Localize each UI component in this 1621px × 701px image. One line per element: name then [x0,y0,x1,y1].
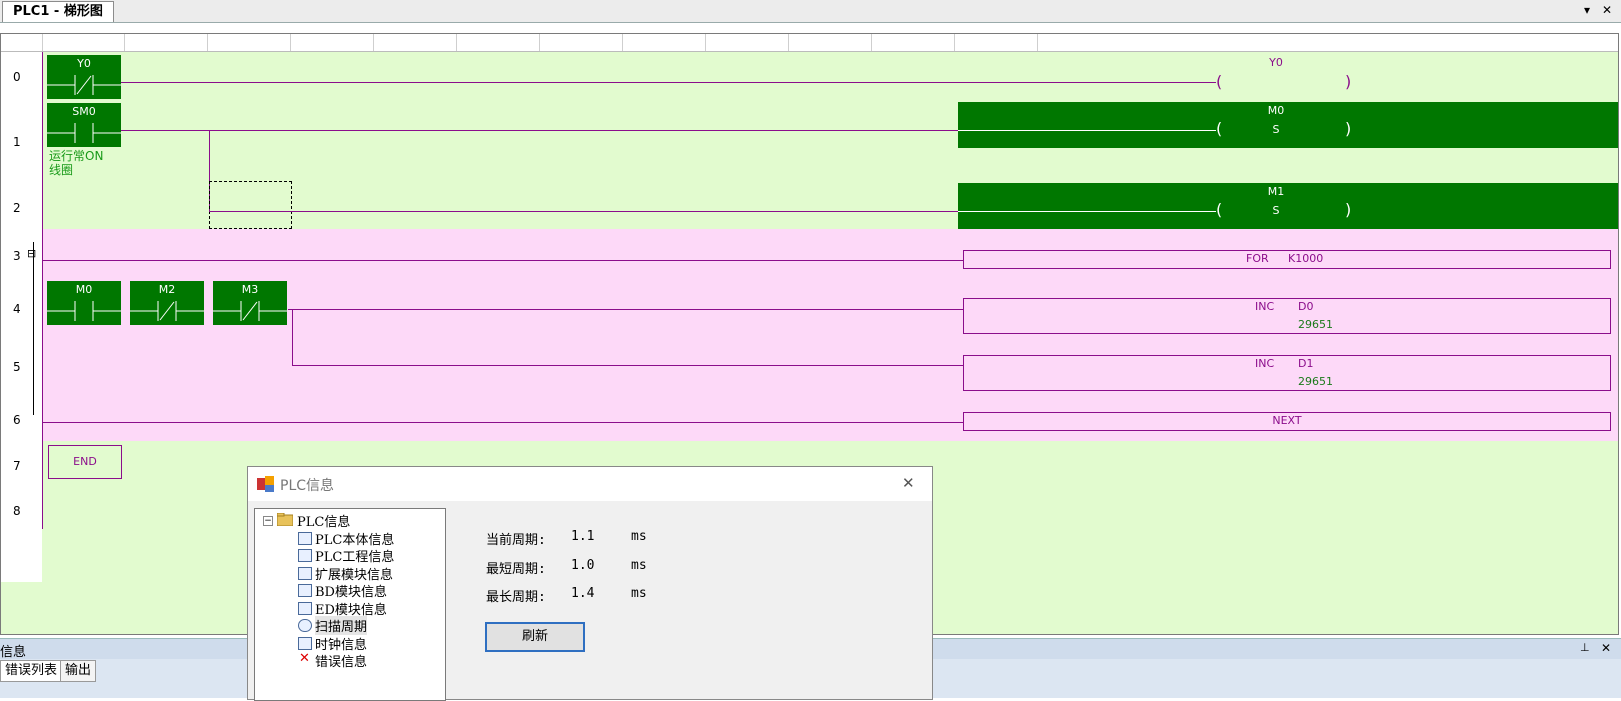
column-ruler [1,34,1618,52]
dialog-title-bar[interactable]: PLC信息 ✕ [248,467,932,501]
contact-y0-normally-closed[interactable]: Y0 [47,55,121,99]
row-number: 3 [13,249,21,263]
rung-4-wire [288,309,963,310]
row-number: 1 [13,135,21,149]
rung-0-wire [121,82,1216,83]
bd-module-icon [298,584,312,597]
refresh-button[interactable]: 刷新 [485,622,585,652]
row-number: 7 [13,459,21,473]
clock-icon [298,637,312,650]
for-instruction[interactable]: FOR K1000 [963,250,1611,269]
row-number: 8 [13,504,21,518]
contact-m2-normally-closed[interactable]: M2 [130,281,204,325]
max-cycle-label: 最长周期: [486,590,546,605]
tree-item-bd-module[interactable]: BD模块信息 [315,581,387,600]
ladder-document-tab[interactable]: PLC1 - 梯形图 [2,1,114,22]
coil-y0-left-paren: ( [1216,72,1223,91]
coil-m1-set[interactable]: M1 S ( ) [958,183,1618,229]
device-info-icon [298,532,312,545]
tab-output[interactable]: 输出 [60,660,97,682]
max-cycle-value: 1.4 [571,586,595,601]
next-instruction[interactable]: NEXT [963,412,1611,431]
close-panel-icon[interactable]: ✕ [1601,641,1611,655]
plc-app-icon [257,476,274,492]
current-cycle-value: 1.1 [571,529,595,544]
project-info-icon [298,549,312,562]
left-power-rail [42,52,43,529]
tree-item-errors[interactable]: 错误信息 [315,651,367,670]
scan-cycle-icon [298,619,312,632]
tree-collapse-icon[interactable]: − [263,516,273,526]
tree-item-scan-cycle[interactable]: 扫描周期 [315,616,368,635]
sm0-comment: 运行常ON 线圈 [49,149,104,177]
row-number-gutter: 0 1 2 3 4 5 6 7 8 ⊟ [1,52,42,582]
current-cycle-unit: ms [631,529,647,544]
rung-4-branch [292,309,293,366]
fold-bracket [33,242,34,415]
close-document-icon[interactable]: ✕ [1602,3,1612,17]
max-cycle-unit: ms [631,586,647,601]
min-cycle-label: 最短周期: [486,562,546,577]
fold-toggle-icon[interactable]: ⊟ [27,247,36,260]
inc-d0-instruction[interactable]: INC D0 29651 [963,298,1611,334]
contact-m3-normally-closed[interactable]: M3 [213,281,287,325]
coil-y0-label: Y0 [1269,56,1283,69]
rung-5-wire [292,365,963,366]
rung-1-wire [121,130,959,131]
row-number: 4 [13,302,21,316]
folder-icon [277,513,293,526]
cursor-cell [209,181,292,229]
expansion-module-icon [298,567,312,580]
plc-info-dialog: PLC信息 ✕ − PLC信息 PLC本体信息 PLC工程信息 扩展模块信息 B… [247,466,933,701]
min-cycle-unit: ms [631,558,647,573]
coil-m0-set[interactable]: M0 S ( ) [958,102,1618,148]
tab-list-dropdown-icon[interactable]: ▾ [1584,3,1590,17]
row-number: 5 [13,360,21,374]
info-tree[interactable]: − PLC信息 PLC本体信息 PLC工程信息 扩展模块信息 BD模块信息 ED… [254,508,446,701]
document-tab-bar: PLC1 - 梯形图 ▾ ✕ [0,0,1621,23]
row-number: 2 [13,201,21,215]
error-x-icon: ✕ [299,651,310,666]
dialog-title: PLC信息 [280,478,335,494]
coil-y0-right-paren: ) [1345,72,1352,91]
row-number: 0 [13,70,21,84]
row-number: 6 [13,413,21,427]
rung-6-wire [43,422,963,423]
current-cycle-label: 当前周期: [486,533,546,548]
min-cycle-value: 1.0 [571,558,595,573]
contact-m0-normally-open[interactable]: M0 [47,281,121,325]
tree-root-plc-info[interactable]: PLC信息 [297,511,350,530]
tab-error-list[interactable]: 错误列表 [0,660,63,682]
ed-module-icon [298,602,312,615]
rung-2-wire [209,211,959,212]
end-instruction[interactable]: END [48,445,122,479]
dialog-close-icon[interactable]: ✕ [902,474,915,492]
rung-3-wire [43,260,963,261]
inc-d1-instruction[interactable]: INC D1 29651 [963,355,1611,391]
tree-item-plc-project[interactable]: PLC工程信息 [315,546,394,565]
contact-sm0-normally-open[interactable]: SM0 [47,103,121,147]
pin-icon[interactable]: ⊥ [1580,641,1590,654]
info-panel-title: 信息 [0,645,27,660]
